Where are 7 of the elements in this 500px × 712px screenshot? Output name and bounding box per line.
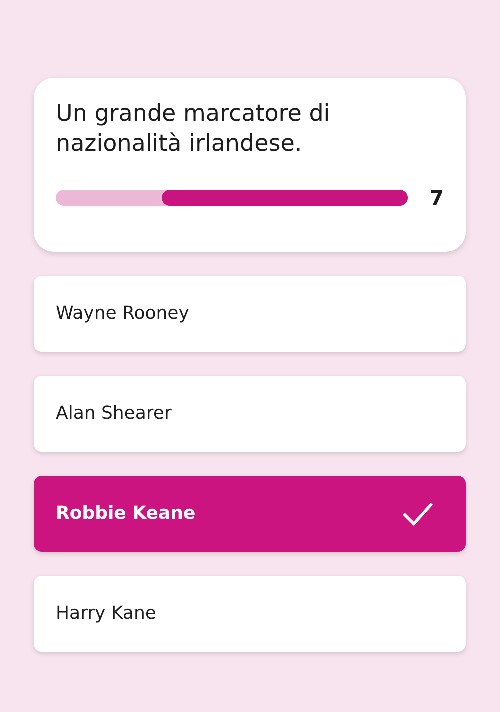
answer-option[interactable]: Robbie Keane [34, 476, 466, 552]
answer-option[interactable]: Alan Shearer [34, 376, 466, 452]
answer-option[interactable]: Harry Kane [34, 576, 466, 652]
question-text: Un grande marcatore di nazionalità irlandese. [56, 100, 332, 159]
timer-count: 7 [430, 186, 444, 210]
answer-option[interactable]: Wayne Rooney [34, 276, 466, 352]
check-icon [402, 500, 434, 527]
